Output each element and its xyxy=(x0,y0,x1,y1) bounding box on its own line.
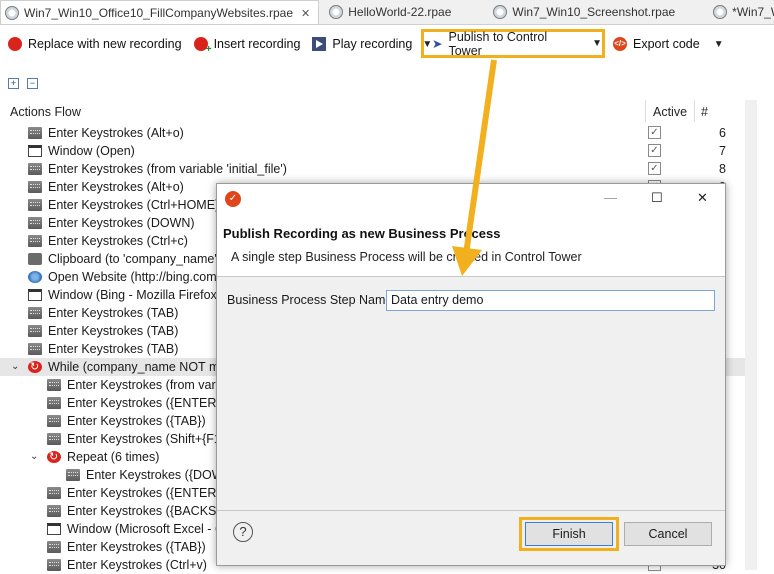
annotation-arrow xyxy=(452,59,497,276)
